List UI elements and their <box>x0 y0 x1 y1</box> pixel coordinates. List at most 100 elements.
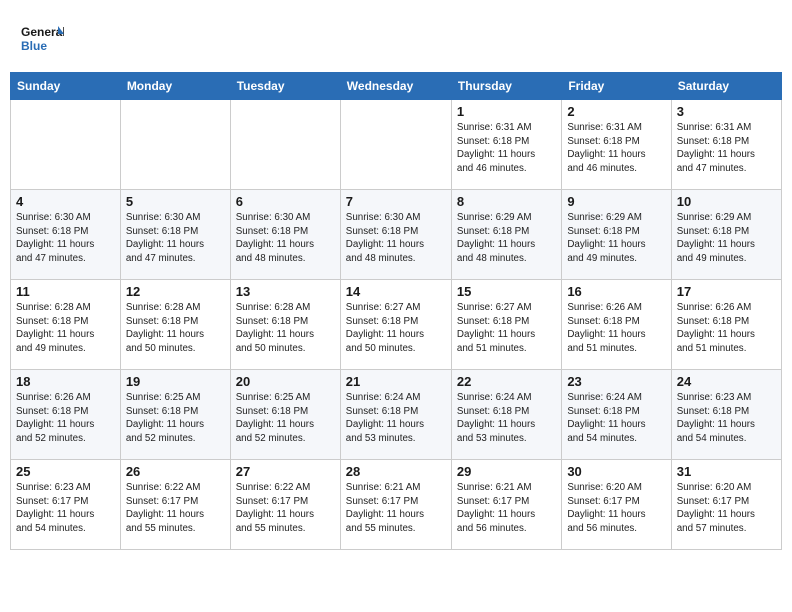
calendar-cell: 28Sunrise: 6:21 AM Sunset: 6:17 PM Dayli… <box>340 460 451 550</box>
day-info: Sunrise: 6:21 AM Sunset: 6:17 PM Dayligh… <box>346 481 446 536</box>
svg-text:General: General <box>21 25 64 39</box>
day-info: Sunrise: 6:26 AM Sunset: 6:18 PM Dayligh… <box>567 301 665 356</box>
day-number: 27 <box>236 464 335 479</box>
calendar-cell: 22 Sunrise: 6:24 AM Sunset: 6:18 PM Dayli… <box>451 370 561 460</box>
calendar-cell: 7 Sunrise: 6:30 AM Sunset: 6:18 PM Daylig… <box>340 190 451 280</box>
day-header-friday: Friday <box>562 73 671 100</box>
day-info: Sunrise: 6:21 AM Sunset: 6:17 PM Dayligh… <box>457 481 556 536</box>
day-info: Sunrise: 6:28 AM Sunset: 6:18 PM Dayligh… <box>126 301 225 356</box>
calendar-cell: 13 Sunrise: 6:28 AM Sunset: 6:18 PM Dayli… <box>230 280 340 370</box>
calendar-cell: 20 Sunrise: 6:25 AM Sunset: 6:18 PM Dayli… <box>230 370 340 460</box>
day-header-tuesday: Tuesday <box>230 73 340 100</box>
day-header-wednesday: Wednesday <box>340 73 451 100</box>
day-info: Sunrise: 6:24 AM Sunset: 6:18 PM Dayligh… <box>346 391 446 446</box>
calendar-week-5: 25Sunrise: 6:23 AM Sunset: 6:17 PM Dayli… <box>11 460 782 550</box>
day-info: Sunrise: 6:20 AM Sunset: 6:17 PM Dayligh… <box>677 481 776 536</box>
day-info: Sunrise: 6:27 AM Sunset: 6:18 PM Dayligh… <box>457 301 556 356</box>
calendar-cell: 14 Sunrise: 6:27 AM Sunset: 6:18 PM Dayli… <box>340 280 451 370</box>
day-number: 22 <box>457 374 556 389</box>
day-number: 12 <box>126 284 225 299</box>
day-header-monday: Monday <box>120 73 230 100</box>
calendar-week-1: 1 Sunrise: 6:31 AM Sunset: 6:18 PM Daylig… <box>11 100 782 190</box>
calendar-cell: 18 Sunrise: 6:26 AM Sunset: 6:18 PM Dayli… <box>11 370 121 460</box>
day-number: 23 <box>567 374 665 389</box>
calendar-cell: 30Sunrise: 6:20 AM Sunset: 6:17 PM Dayli… <box>562 460 671 550</box>
day-number: 26 <box>126 464 225 479</box>
day-info: Sunrise: 6:22 AM Sunset: 6:17 PM Dayligh… <box>126 481 225 536</box>
day-info: Sunrise: 6:29 AM Sunset: 6:18 PM Dayligh… <box>457 211 556 266</box>
calendar-cell: 10 Sunrise: 6:29 AM Sunset: 6:18 PM Dayli… <box>671 190 781 280</box>
day-number: 11 <box>16 284 115 299</box>
day-number: 10 <box>677 194 776 209</box>
calendar-cell: 31 Sunrise: 6:20 AM Sunset: 6:17 PM Dayli… <box>671 460 781 550</box>
calendar-cell: 6Sunrise: 6:30 AM Sunset: 6:18 PM Daylig… <box>230 190 340 280</box>
day-info: Sunrise: 6:25 AM Sunset: 6:18 PM Dayligh… <box>236 391 335 446</box>
calendar-cell: 9 Sunrise: 6:29 AM Sunset: 6:18 PM Daylig… <box>562 190 671 280</box>
day-info: Sunrise: 6:30 AM Sunset: 6:18 PM Dayligh… <box>126 211 225 266</box>
day-number: 2 <box>567 104 665 119</box>
calendar-cell: 29Sunrise: 6:21 AM Sunset: 6:17 PM Dayli… <box>451 460 561 550</box>
day-number: 6 <box>236 194 335 209</box>
day-info: Sunrise: 6:30 AM Sunset: 6:18 PM Dayligh… <box>16 211 115 266</box>
calendar-cell <box>120 100 230 190</box>
day-info: Sunrise: 6:24 AM Sunset: 6:18 PM Dayligh… <box>567 391 665 446</box>
day-number: 1 <box>457 104 556 119</box>
calendar-cell: 1 Sunrise: 6:31 AM Sunset: 6:18 PM Daylig… <box>451 100 561 190</box>
calendar-cell: 16 Sunrise: 6:26 AM Sunset: 6:18 PM Dayli… <box>562 280 671 370</box>
day-number: 24 <box>677 374 776 389</box>
day-info: Sunrise: 6:26 AM Sunset: 6:18 PM Dayligh… <box>16 391 115 446</box>
page-header: General Blue <box>10 10 782 62</box>
day-info: Sunrise: 6:30 AM Sunset: 6:18 PM Dayligh… <box>346 211 446 266</box>
logo: General Blue <box>20 18 64 62</box>
day-info: Sunrise: 6:27 AM Sunset: 6:18 PM Dayligh… <box>346 301 446 356</box>
day-number: 19 <box>126 374 225 389</box>
calendar-cell <box>230 100 340 190</box>
day-number: 9 <box>567 194 665 209</box>
day-info: Sunrise: 6:31 AM Sunset: 6:18 PM Dayligh… <box>677 121 776 176</box>
day-header-thursday: Thursday <box>451 73 561 100</box>
day-number: 13 <box>236 284 335 299</box>
calendar-week-3: 11 Sunrise: 6:28 AM Sunset: 6:18 PM Dayli… <box>11 280 782 370</box>
day-info: Sunrise: 6:26 AM Sunset: 6:18 PM Dayligh… <box>677 301 776 356</box>
calendar-cell: 21 Sunrise: 6:24 AM Sunset: 6:18 PM Dayli… <box>340 370 451 460</box>
day-number: 21 <box>346 374 446 389</box>
calendar-cell <box>340 100 451 190</box>
day-info: Sunrise: 6:29 AM Sunset: 6:18 PM Dayligh… <box>677 211 776 266</box>
day-number: 17 <box>677 284 776 299</box>
calendar-cell: 19 Sunrise: 6:25 AM Sunset: 6:18 PM Dayli… <box>120 370 230 460</box>
day-number: 25 <box>16 464 115 479</box>
day-info: Sunrise: 6:31 AM Sunset: 6:18 PM Dayligh… <box>567 121 665 176</box>
calendar-cell: 27 Sunrise: 6:22 AM Sunset: 6:17 PM Dayli… <box>230 460 340 550</box>
day-number: 14 <box>346 284 446 299</box>
day-info: Sunrise: 6:28 AM Sunset: 6:18 PM Dayligh… <box>236 301 335 356</box>
calendar-cell <box>11 100 121 190</box>
day-info: Sunrise: 6:31 AM Sunset: 6:18 PM Dayligh… <box>457 121 556 176</box>
day-number: 5 <box>126 194 225 209</box>
day-info: Sunrise: 6:24 AM Sunset: 6:18 PM Dayligh… <box>457 391 556 446</box>
calendar-cell: 26 Sunrise: 6:22 AM Sunset: 6:17 PM Dayli… <box>120 460 230 550</box>
calendar-cell: 4Sunrise: 6:30 AM Sunset: 6:18 PM Daylig… <box>11 190 121 280</box>
calendar-cell: 15 Sunrise: 6:27 AM Sunset: 6:18 PM Dayli… <box>451 280 561 370</box>
calendar-week-2: 4Sunrise: 6:30 AM Sunset: 6:18 PM Daylig… <box>11 190 782 280</box>
day-number: 15 <box>457 284 556 299</box>
day-info: Sunrise: 6:29 AM Sunset: 6:18 PM Dayligh… <box>567 211 665 266</box>
day-number: 7 <box>346 194 446 209</box>
day-number: 31 <box>677 464 776 479</box>
day-info: Sunrise: 6:22 AM Sunset: 6:17 PM Dayligh… <box>236 481 335 536</box>
calendar-week-4: 18 Sunrise: 6:26 AM Sunset: 6:18 PM Dayli… <box>11 370 782 460</box>
calendar-cell: 5 Sunrise: 6:30 AM Sunset: 6:18 PM Daylig… <box>120 190 230 280</box>
day-number: 30 <box>567 464 665 479</box>
day-info: Sunrise: 6:23 AM Sunset: 6:18 PM Dayligh… <box>677 391 776 446</box>
calendar-cell: 11 Sunrise: 6:28 AM Sunset: 6:18 PM Dayli… <box>11 280 121 370</box>
day-header-sunday: Sunday <box>11 73 121 100</box>
calendar-table: SundayMondayTuesdayWednesdayThursdayFrid… <box>10 72 782 550</box>
day-number: 18 <box>16 374 115 389</box>
day-number: 16 <box>567 284 665 299</box>
day-header-saturday: Saturday <box>671 73 781 100</box>
calendar-cell: 23 Sunrise: 6:24 AM Sunset: 6:18 PM Dayli… <box>562 370 671 460</box>
day-number: 3 <box>677 104 776 119</box>
day-info: Sunrise: 6:28 AM Sunset: 6:18 PM Dayligh… <box>16 301 115 356</box>
calendar-cell: 3 Sunrise: 6:31 AM Sunset: 6:18 PM Daylig… <box>671 100 781 190</box>
day-info: Sunrise: 6:25 AM Sunset: 6:18 PM Dayligh… <box>126 391 225 446</box>
day-number: 20 <box>236 374 335 389</box>
